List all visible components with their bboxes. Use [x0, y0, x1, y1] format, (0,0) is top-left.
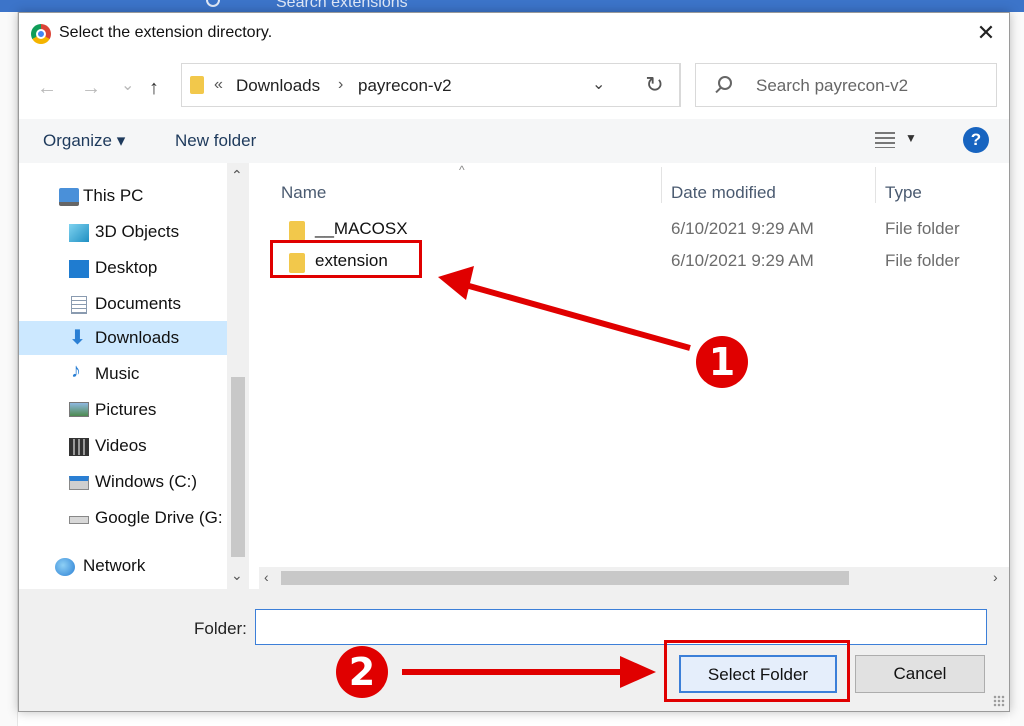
search-icon — [718, 76, 732, 90]
row-date: 6/10/2021 9:29 AM — [671, 219, 814, 238]
column-header-name[interactable]: Name — [281, 183, 326, 203]
navigation-scrollbar[interactable]: ⌃ ⌄ — [227, 163, 249, 589]
music-icon: ♪ — [71, 360, 81, 382]
nav-label: Google Drive (G: — [95, 508, 223, 527]
up-button[interactable]: ↑ — [149, 77, 159, 100]
download-icon: ⬇ — [69, 327, 86, 349]
forward-button[interactable]: → — [81, 77, 101, 100]
folder-label: Folder: — [194, 619, 247, 638]
command-bar: Organize ▾ New folder ▼ ? — [19, 119, 1009, 163]
title-bar: Select the extension directory. ✕ — [19, 13, 1009, 55]
recent-locations-button[interactable]: ⌄ — [121, 75, 134, 95]
scroll-up-arrow[interactable]: ⌃ — [231, 167, 243, 184]
scrollbar-thumb[interactable] — [281, 571, 849, 585]
select-folder-dialog: Select the extension directory. ✕ ← → ⌄ … — [18, 12, 1010, 712]
organize-button[interactable]: Organize ▾ — [43, 131, 125, 151]
file-list: ^ Name Date modified Type __MACOSX 6/10/… — [259, 163, 1009, 569]
search-input[interactable]: Search payrecon-v2 — [695, 63, 997, 107]
help-icon[interactable]: ? — [963, 127, 989, 153]
navigation-pane: This PC 3D Objects Desktop Documents ⬇ D… — [19, 163, 227, 589]
cancel-button[interactable]: Cancel — [855, 655, 985, 693]
nav-label: Downloads — [95, 328, 180, 347]
videos-icon — [69, 438, 89, 456]
background-search-icon — [206, 0, 220, 7]
column-divider[interactable] — [661, 167, 662, 203]
nav-label: Desktop — [95, 258, 158, 277]
chrome-icon — [31, 24, 51, 44]
documents-icon — [71, 296, 87, 314]
folder-icon — [190, 76, 204, 94]
annotation-highlight-extension — [270, 240, 422, 278]
breadcrumb-payrecon[interactable]: payrecon-v2 — [358, 76, 452, 96]
nav-item-pictures[interactable]: Pictures — [19, 393, 227, 427]
row-type: File folder — [885, 251, 960, 270]
row-date: 6/10/2021 9:29 AM — [671, 251, 814, 270]
nav-label: Videos — [95, 436, 147, 455]
network-icon — [55, 558, 75, 576]
nav-item-3d-objects[interactable]: 3D Objects — [19, 215, 227, 249]
drive-icon — [69, 476, 89, 490]
annotation-highlight-select-folder — [664, 640, 850, 702]
breadcrumb-downloads[interactable]: Downloads — [236, 76, 320, 96]
view-dropdown-button[interactable]: ▼ — [905, 131, 917, 145]
nav-item-videos[interactable]: Videos — [19, 429, 227, 463]
breadcrumb-separator: › — [338, 76, 344, 93]
background-right-strip — [1010, 12, 1024, 726]
close-button[interactable]: ✕ — [969, 19, 1003, 49]
refresh-button[interactable]: ↻ — [630, 63, 680, 107]
nav-item-music[interactable]: ♪ Music — [19, 357, 227, 391]
nav-label: Documents — [95, 294, 181, 313]
drive-icon — [69, 516, 89, 524]
nav-item-google-drive[interactable]: Google Drive (G: — [19, 501, 227, 535]
nav-item-desktop[interactable]: Desktop — [19, 251, 227, 285]
address-dropdown-button[interactable]: ⌄ — [592, 74, 605, 94]
dialog-footer: Folder: Select Folder Cancel — [19, 589, 1009, 711]
scroll-left-arrow[interactable]: ‹ — [264, 569, 269, 585]
desktop-icon — [69, 260, 89, 278]
background-search-text: Search extensions — [276, 0, 408, 11]
column-divider[interactable] — [875, 167, 876, 203]
nav-label: Windows (C:) — [95, 472, 198, 491]
folder-icon — [289, 221, 305, 241]
search-placeholder: Search payrecon-v2 — [756, 76, 909, 95]
nav-item-documents[interactable]: Documents — [19, 287, 227, 321]
annotation-badge-2: 2 — [336, 646, 388, 698]
background-left-strip — [0, 12, 18, 726]
nav-item-network[interactable]: Network — [19, 549, 227, 583]
back-button[interactable]: ← — [37, 77, 57, 100]
new-folder-button[interactable]: New folder — [175, 131, 256, 151]
scroll-right-arrow[interactable]: › — [993, 569, 998, 585]
nav-item-downloads[interactable]: ⬇ Downloads — [19, 321, 227, 355]
resize-grip[interactable] — [993, 695, 1005, 707]
scrollbar-thumb[interactable] — [231, 377, 245, 557]
row-type: File folder — [885, 219, 960, 238]
sort-indicator: ^ — [459, 163, 465, 177]
nav-label: This PC — [83, 186, 144, 205]
folder-input[interactable] — [255, 609, 987, 645]
nav-label: Pictures — [95, 400, 157, 419]
address-bar[interactable]: « Downloads › payrecon-v2 ⌄ — [181, 63, 681, 107]
column-header-date[interactable]: Date modified — [671, 183, 776, 203]
column-header-type[interactable]: Type — [885, 183, 922, 203]
nav-label: 3D Objects — [95, 222, 180, 241]
file-list-scrollbar[interactable]: ‹ › — [259, 567, 1009, 589]
view-options-icon[interactable] — [875, 132, 895, 148]
pictures-icon — [69, 402, 89, 417]
computer-icon — [59, 188, 79, 206]
nav-item-windows-c[interactable]: Windows (C:) — [19, 465, 227, 499]
nav-label: Music — [95, 364, 140, 383]
row-name: __MACOSX — [315, 219, 408, 238]
cube-icon — [69, 224, 89, 242]
background-top-bar: Search extensions — [0, 0, 1024, 12]
scroll-down-arrow[interactable]: ⌄ — [231, 567, 243, 584]
dialog-title: Select the extension directory. — [59, 24, 273, 41]
nav-label: Network — [83, 556, 146, 575]
nav-item-this-pc[interactable]: This PC — [19, 179, 227, 213]
annotation-badge-1: 1 — [696, 336, 748, 388]
overflow-chevron[interactable]: « — [214, 76, 223, 94]
